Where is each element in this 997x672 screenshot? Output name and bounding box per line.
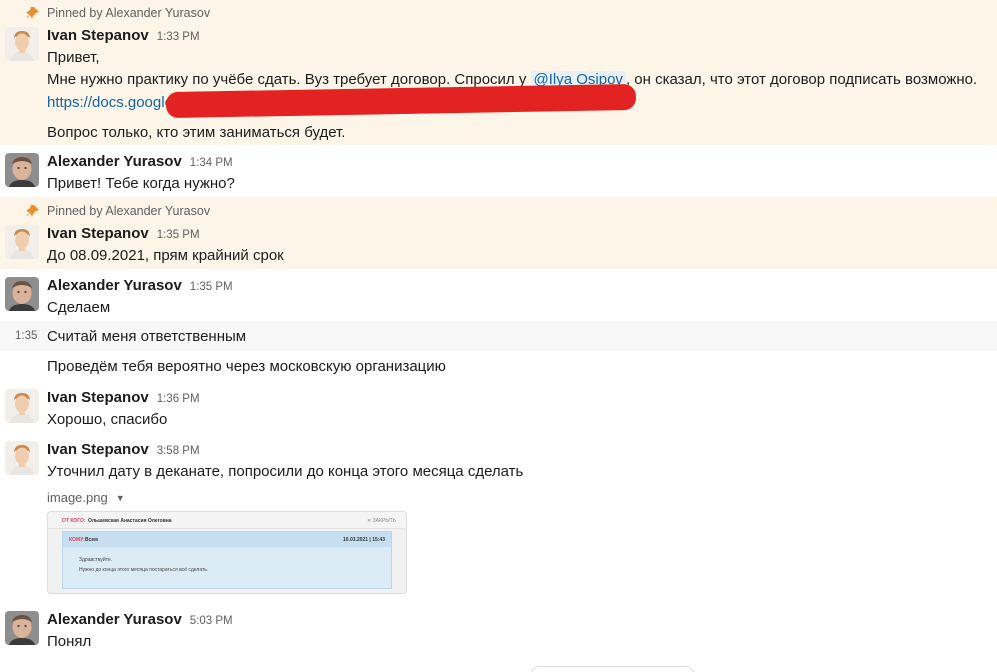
message-header: Alexander Yurasov 5:03 PM bbox=[47, 611, 233, 628]
author-name[interactable]: Alexander Yurasov bbox=[47, 277, 182, 294]
message-followup[interactable]: 1:35 Считай меня ответственным bbox=[0, 321, 997, 351]
message-text: Проведём тебя вероятно через московскую … bbox=[47, 358, 446, 375]
to-label: КОМУ: bbox=[69, 537, 85, 543]
pinned-label: Pinned by Alexander Yurasov bbox=[47, 6, 211, 20]
pinned-indicator: Pinned by Alexander Yurasov bbox=[26, 6, 210, 20]
message-header: Alexander Yurasov 1:34 PM bbox=[47, 153, 233, 170]
attachment-header: ОТ КОГО: Ольшевская Анастасия Олеговна ✕… bbox=[48, 512, 406, 529]
avatar-alexander[interactable] bbox=[5, 611, 39, 645]
message-text: Привет, bbox=[47, 49, 100, 66]
message-text: Сделаем bbox=[47, 299, 111, 316]
message-text: Понял bbox=[47, 633, 92, 650]
author-name[interactable]: Ivan Stepanov bbox=[47, 225, 149, 242]
message-header: Ivan Stepanov 3:58 PM bbox=[47, 441, 200, 458]
author-name[interactable]: Alexander Yurasov bbox=[47, 611, 182, 628]
message-text: Хорошо, спасибо bbox=[47, 411, 168, 428]
message-pinned-3[interactable]: Pinned by Alexander Yurasov Ivan Stepano… bbox=[0, 197, 997, 269]
message-header: Ivan Stepanov 1:36 PM bbox=[47, 389, 200, 406]
pin-icon bbox=[26, 205, 39, 217]
pinned-indicator: Pinned by Alexander Yurasov bbox=[26, 204, 210, 218]
attachment-line: Здравствуйте. bbox=[79, 557, 113, 563]
message-header: Ivan Stepanov 1:35 PM bbox=[47, 225, 200, 242]
message-header: Ivan Stepanov 1:33 PM bbox=[47, 27, 200, 44]
message-followup[interactable]: Проведём тебя вероятно через московскую … bbox=[0, 351, 997, 381]
pinned-label: Pinned by Alexander Yurasov bbox=[47, 204, 211, 218]
avatar-alexander[interactable] bbox=[5, 153, 39, 187]
timestamp[interactable]: 5:03 PM bbox=[190, 615, 233, 627]
message-text: До 08.09.2021, прям крайний срок bbox=[47, 247, 284, 264]
message-text: Привет! Тебе когда нужно? bbox=[47, 175, 235, 192]
chevron-down-icon[interactable]: ▼ bbox=[116, 493, 125, 503]
message-7[interactable]: Alexander Yurasov 5:03 PM Понял bbox=[0, 603, 997, 663]
author-name[interactable]: Ivan Stepanov bbox=[47, 441, 149, 458]
message-text-segment: Мне нужно практику по учёбе сдать. Вуз т… bbox=[47, 71, 531, 88]
from-name: Ольшевская Анастасия Олеговна bbox=[88, 518, 172, 524]
message-5[interactable]: Ivan Stepanov 1:36 PM Хорошо, спасибо bbox=[0, 381, 997, 433]
timestamp[interactable]: 3:58 PM bbox=[157, 445, 200, 457]
image-attachment[interactable]: ОТ КОГО: Ольшевская Анастасия Олеговна ✕… bbox=[47, 511, 407, 594]
avatar-ivan[interactable] bbox=[5, 225, 39, 259]
message-4[interactable]: Alexander Yurasov 1:35 PM Сделаем bbox=[0, 269, 997, 321]
message-text-segment: , он сказал, что этот договор подписать … bbox=[625, 71, 978, 88]
timestamp[interactable]: 1:35 PM bbox=[157, 229, 200, 241]
pin-icon bbox=[26, 7, 39, 19]
message-link[interactable]: https://docs.google bbox=[47, 94, 173, 111]
avatar-ivan[interactable] bbox=[5, 441, 39, 475]
avatar-ivan[interactable] bbox=[5, 27, 39, 61]
file-name-label: image.png bbox=[47, 490, 108, 505]
attachment-message-box: КОМУ: Всем 10.03.2021 | 15:43 Здравствуй… bbox=[62, 531, 392, 589]
timestamp[interactable]: 1:33 PM bbox=[157, 31, 200, 43]
avatar-alexander[interactable] bbox=[5, 277, 39, 311]
avatar-ivan[interactable] bbox=[5, 389, 39, 423]
from-label: ОТ КОГО: bbox=[62, 518, 86, 524]
message-text: Считай меня ответственным bbox=[47, 328, 247, 345]
timestamp[interactable]: 1:35 PM bbox=[190, 281, 233, 293]
author-name[interactable]: Alexander Yurasov bbox=[47, 153, 182, 170]
message-2[interactable]: Alexander Yurasov 1:34 PM Привет! Тебе к… bbox=[0, 145, 997, 197]
message-text: Уточнил дату в деканате, попросили до ко… bbox=[47, 463, 524, 480]
redaction-mark bbox=[165, 83, 637, 119]
to-name: Всем bbox=[85, 537, 98, 543]
author-name[interactable]: Ivan Stepanov bbox=[47, 27, 149, 44]
message-header: Alexander Yurasov 1:35 PM bbox=[47, 277, 233, 294]
new-messages-pill[interactable] bbox=[530, 666, 695, 672]
timestamp[interactable]: 1:36 PM bbox=[157, 393, 200, 405]
attachment-line: Нужно до конца этого месяца постараться … bbox=[79, 567, 209, 573]
attachment-message-head: КОМУ: Всем 10.03.2021 | 15:43 bbox=[63, 532, 391, 547]
attachment-date: 10.03.2021 | 15:43 bbox=[343, 537, 385, 543]
file-name[interactable]: image.png ▼ bbox=[47, 490, 125, 505]
timestamp[interactable]: 1:35 bbox=[15, 330, 37, 342]
author-name[interactable]: Ivan Stepanov bbox=[47, 389, 149, 406]
close-label: ✕ ЗАКРЫТЬ bbox=[367, 518, 396, 524]
timestamp[interactable]: 1:34 PM bbox=[190, 157, 233, 169]
message-pinned-1[interactable]: Pinned by Alexander Yurasov Ivan Stepano… bbox=[0, 0, 997, 145]
message-text: Вопрос только, кто этим заниматься будет… bbox=[47, 124, 346, 141]
